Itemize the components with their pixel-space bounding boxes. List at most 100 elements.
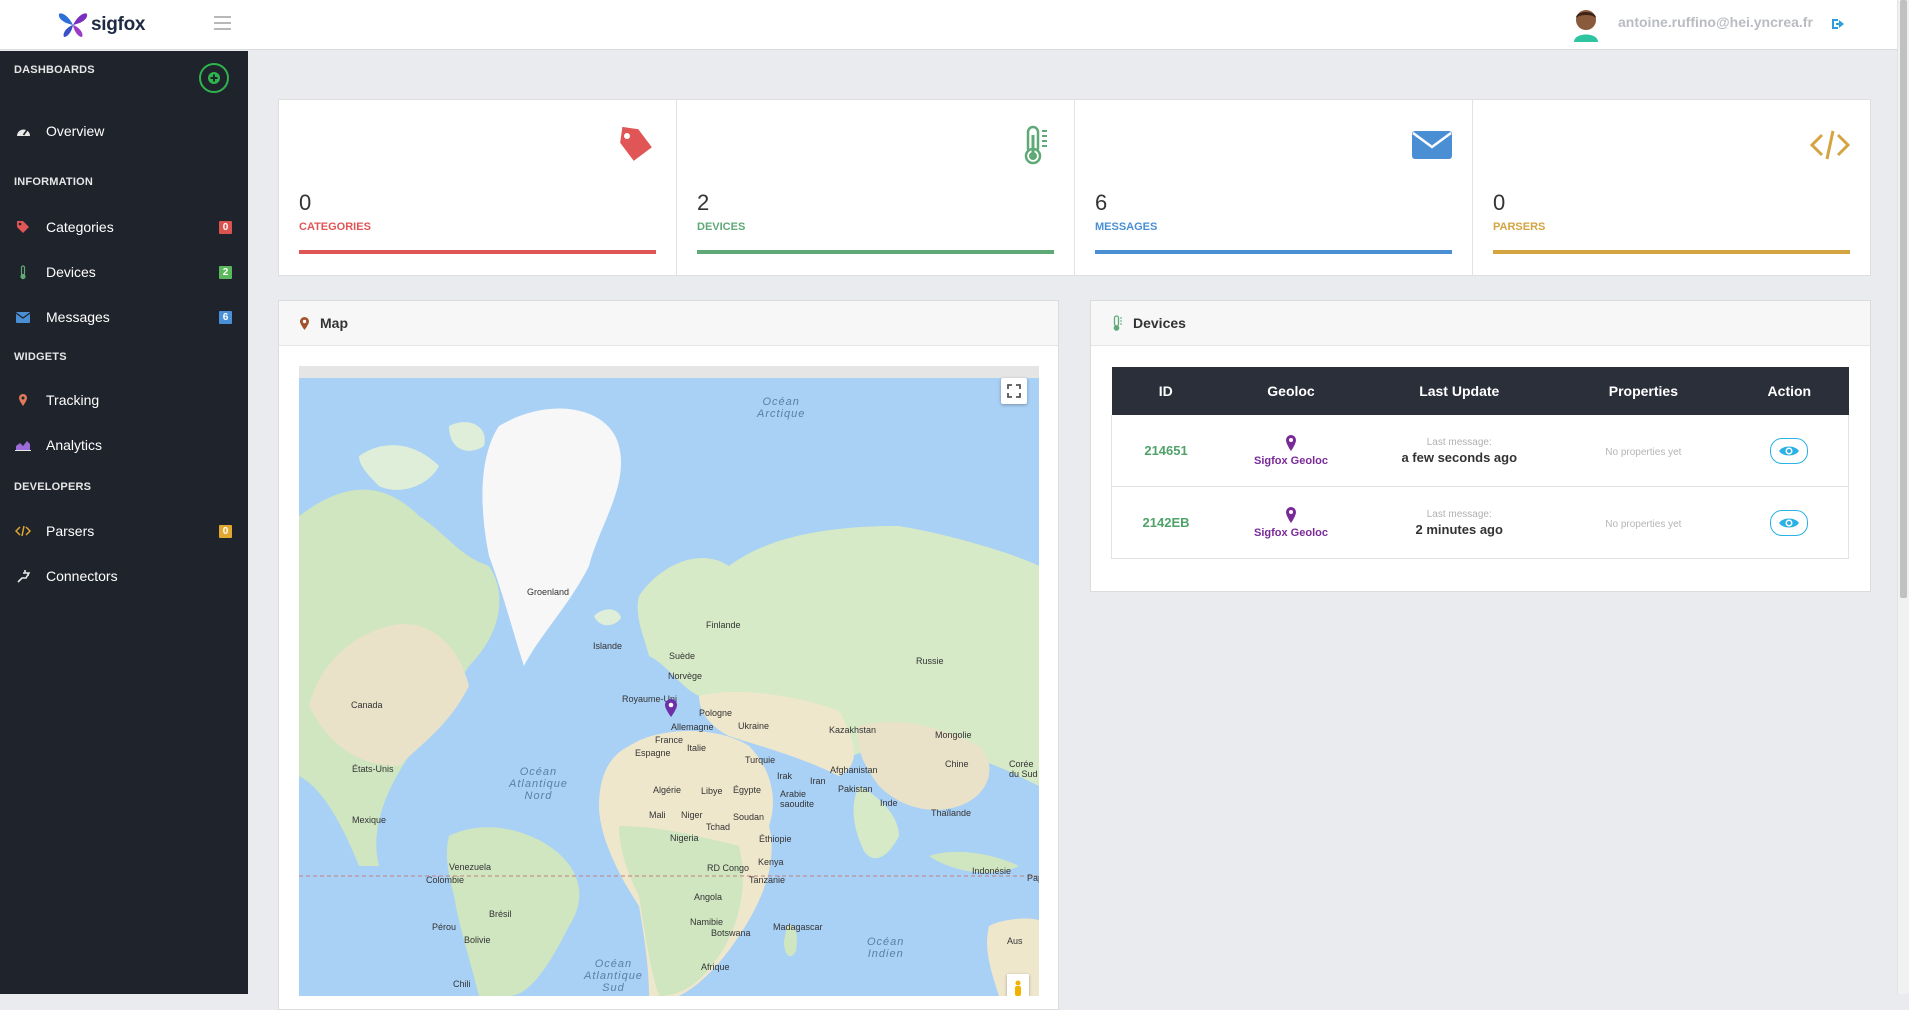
device-id[interactable]: 214651	[1144, 443, 1187, 458]
map-label: Tchad	[706, 822, 731, 832]
logo-text: sigfox	[91, 14, 146, 35]
stat-value: 6	[1095, 190, 1108, 215]
column-header-last-update[interactable]: Last Update	[1361, 367, 1557, 415]
stat-bar	[1493, 250, 1850, 254]
sidebar-item-overview[interactable]: Overview	[0, 112, 248, 150]
sidebar-item-label: Connectors	[46, 568, 118, 584]
map-label-ocean-arctic: Océan Arctique	[757, 396, 806, 420]
sigfox-logo[interactable]: sigfox	[58, 10, 145, 40]
fullscreen-icon	[1007, 384, 1021, 398]
stat-card-messages[interactable]: 6 MESSAGES	[1075, 100, 1473, 275]
map-label: Thaïlande	[931, 808, 972, 818]
map-label: Éthiopie	[759, 834, 792, 844]
map-marker-icon	[1286, 507, 1296, 523]
sidebar-item-label: Parsers	[46, 523, 95, 539]
last-update-value: a few seconds ago	[1401, 449, 1518, 465]
sidebar-item-connectors[interactable]: Connectors	[0, 557, 248, 595]
sidebar-item-tracking[interactable]: Tracking	[0, 381, 248, 419]
map-label: Inde	[880, 798, 898, 808]
geoloc-cell[interactable]: Sigfox Geoloc	[1221, 434, 1361, 467]
geoloc-cell[interactable]: Sigfox Geoloc	[1221, 506, 1361, 539]
map-panel: Map Océan Arctique Océan Atlantique Nord…	[278, 300, 1059, 1010]
sidebar-item-label: Devices	[46, 264, 96, 280]
column-header-id[interactable]: ID	[1111, 367, 1221, 415]
sidebar-item-parsers[interactable]: Parsers 0	[0, 512, 248, 550]
stat-value: 0	[299, 190, 312, 215]
menu-toggle-icon[interactable]	[214, 16, 231, 30]
eye-icon	[1779, 446, 1800, 455]
device-location-marker[interactable]	[664, 698, 678, 718]
column-header-geoloc[interactable]: Geoloc	[1220, 367, 1362, 415]
map-label: Iran	[810, 776, 826, 786]
map-label: Afrique	[701, 962, 730, 972]
map-panel-header: Map	[279, 301, 1058, 346]
map-label: Mongolie	[935, 730, 972, 740]
map-label: Mali	[649, 810, 666, 820]
map-label: Turquie	[745, 755, 776, 765]
view-device-button[interactable]	[1770, 509, 1809, 536]
world-map[interactable]: Océan Arctique Océan Atlantique Nord Océ…	[299, 366, 1039, 996]
last-update-value: 2 minutes ago	[1415, 521, 1503, 537]
map-label: Corée du Sud	[1009, 759, 1038, 779]
map-label: Canada	[351, 700, 383, 710]
sidebar-item-categories[interactable]: Categories 0	[0, 208, 248, 246]
map-label: Pap	[1027, 873, 1039, 883]
map-label: Tanzanie	[749, 875, 786, 885]
sidebar-item-analytics[interactable]: Analytics	[0, 426, 248, 464]
map-label: Islande	[593, 641, 623, 651]
map-label: Russie	[916, 656, 944, 666]
stat-label: DEVICES	[697, 221, 746, 233]
page-scrollbar[interactable]	[1897, 0, 1909, 994]
street-view-pegman[interactable]	[1007, 974, 1029, 996]
dashboard-icon	[15, 123, 31, 139]
sidebar-item-messages[interactable]: Messages 6	[0, 298, 248, 336]
add-dashboard-button[interactable]	[199, 63, 229, 93]
map-label: Italie	[687, 743, 707, 753]
sidebar-item-devices[interactable]: Devices 2	[0, 253, 248, 291]
map-marker-icon	[299, 316, 310, 331]
fullscreen-button[interactable]	[1001, 378, 1027, 404]
map-label: Norvège	[668, 671, 703, 681]
stat-bar	[697, 250, 1054, 254]
map-label: Kazakhstan	[829, 725, 877, 735]
map-label: Brésil	[489, 909, 512, 919]
map-land	[299, 366, 1039, 996]
column-header-properties[interactable]: Properties	[1556, 367, 1731, 415]
map-label: Pologne	[699, 708, 733, 718]
envelope-icon	[1412, 131, 1452, 159]
map-label: Chine	[945, 759, 969, 769]
map-label: Bolivie	[464, 935, 491, 945]
map-label: France	[655, 735, 684, 745]
view-device-button[interactable]	[1770, 437, 1809, 464]
stat-card-parsers[interactable]: 0 PARSERS	[1473, 100, 1870, 275]
sidebar-item-label: Messages	[46, 309, 110, 325]
user-avatar[interactable]	[1570, 6, 1602, 42]
column-header-action[interactable]: Action	[1730, 367, 1849, 415]
map-label: États-Unis	[352, 764, 394, 774]
map-label: Venezuela	[449, 862, 492, 872]
map-label: Nigeria	[670, 833, 699, 843]
device-id[interactable]: 2142EB	[1143, 515, 1190, 530]
map-label: Espagne	[635, 748, 671, 758]
envelope-icon	[15, 309, 31, 325]
map-label: Suède	[669, 651, 696, 661]
stat-card-devices[interactable]: 2 DEVICES	[677, 100, 1075, 275]
stats-row: 0 CATEGORIES 2 DEVICES 6 MESSAGES 0 PARS…	[278, 99, 1871, 276]
table-row: 214651 Sigfox Geoloc Last message: a few…	[1111, 415, 1850, 487]
properties-value: No properties yet	[1605, 519, 1682, 530]
last-update-label: Last message:	[1426, 436, 1492, 448]
logout-icon[interactable]	[1831, 17, 1846, 31]
stat-value: 2	[697, 190, 710, 215]
stat-card-categories[interactable]: 0 CATEGORIES	[279, 100, 677, 275]
map-label: Niger	[681, 810, 703, 820]
top-header: sigfox antoine.ruffino@hei.yncrea.fr	[0, 0, 1909, 50]
devices-panel-title: Devices	[1133, 315, 1186, 331]
geoloc-label: Sigfox Geoloc	[1254, 455, 1328, 467]
map-label: RD Congo	[707, 863, 750, 873]
stat-bar	[299, 250, 656, 254]
map-label: Indonésie	[972, 866, 1012, 876]
section-widgets: WIDGETS	[14, 351, 67, 363]
code-icon	[1810, 130, 1850, 160]
stat-label: MESSAGES	[1095, 221, 1158, 233]
section-developers: DEVELOPERS	[14, 481, 92, 493]
